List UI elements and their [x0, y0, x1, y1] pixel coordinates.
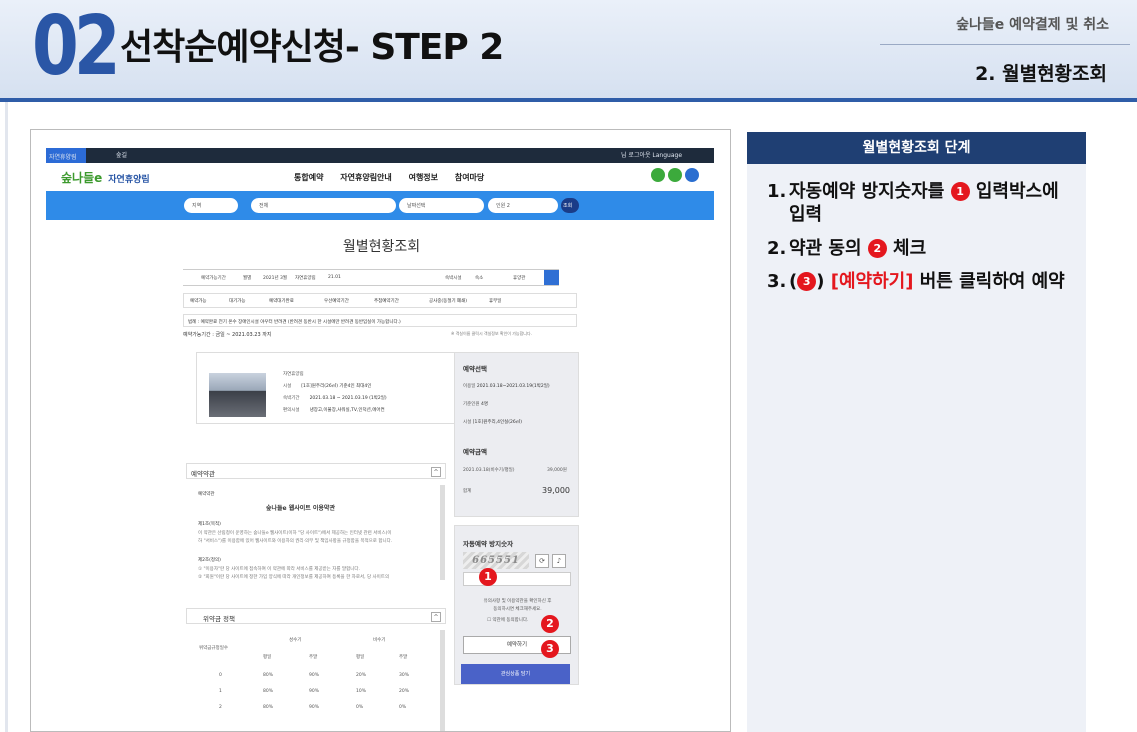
search-bar: 지역 전체 날짜선택 인원 2 조회 [46, 191, 714, 220]
penalty-accordion[interactable]: 위약금 정책 ^ [186, 608, 446, 624]
legend-priority: 우선예약기간 [324, 299, 349, 304]
search-button[interactable]: 조회 [561, 198, 579, 213]
facility-select[interactable]: 숙소 [475, 275, 483, 281]
price-line-label: 2021.03.18(비수기/평일) [463, 468, 515, 473]
steps-panel: 월별현황조회 단계 1. 자동예약 방지숫자를 1 입력박스에 입력 2. 약관… [747, 132, 1086, 732]
total-value: 39,000 [542, 486, 570, 495]
refresh-icon[interactable]: ⟳ [535, 554, 549, 568]
forest-label: 자연휴양림 [295, 276, 316, 281]
add-interest-button[interactable]: 관심상품 담기 [461, 664, 570, 684]
total-label: 합계 [463, 489, 472, 494]
period-option[interactable]: 예약가능기간 [201, 275, 226, 281]
status-legend: 예약가능 대기가능 예약대기완료 우선예약기간 추첨예약기간 공사중(동절기 폐… [183, 293, 577, 308]
penalty-table: 위약금규정일수 성수기 비수기 평일 주말 평일 주말 0 80% 90% 20… [199, 638, 410, 710]
page-header: 02 선착순예약신청- STEP 2 숲나들e 예약결제 및 취소 2. 월별현… [0, 0, 1137, 101]
marker-1: 1 [479, 568, 497, 586]
legend-waitlist-done: 예약대기완료 [269, 299, 294, 304]
forest-value[interactable]: 21.01 [328, 275, 341, 280]
marker-2: 2 [541, 615, 559, 633]
guests-stepper[interactable]: 인원 2 [488, 198, 558, 213]
penalty-scrollbar[interactable] [440, 630, 445, 731]
section-subtitle: 2. 월별현황조회 [975, 63, 1107, 85]
menu-community[interactable]: 참여마당 [455, 173, 484, 182]
facility-photo [209, 373, 266, 417]
info-room: 시설 [1호]원주리(26㎡) 기준4인 최대4인 [283, 384, 372, 389]
chevron-up-icon[interactable]: ^ [431, 612, 441, 622]
speaker-icon[interactable]: ♪ [552, 554, 566, 568]
menu-forest-info[interactable]: 자연휴양림안내 [340, 173, 392, 182]
captcha-image: 665551 [463, 552, 529, 569]
month-select[interactable]: 2021년 3월 [263, 275, 287, 281]
step-3: 3. (3) [예약하기] 버튼 클릭하여 예약 [767, 271, 1065, 292]
section-number: 02 [32, 0, 121, 94]
facility-label: 숙박시설 [445, 276, 462, 281]
chevron-up-icon[interactable]: ^ [431, 467, 441, 477]
forest-select[interactable]: 전체 [251, 198, 396, 213]
left-decoration [5, 102, 8, 732]
filter-search-button[interactable] [544, 270, 559, 285]
info-stay: 숙박기간 2021.03.18 ~ 2021.03.19 (1박2일) [283, 396, 387, 401]
type-select[interactable]: 휴양관 [513, 275, 525, 281]
menu-reservation[interactable]: 통합예약 [294, 173, 323, 182]
page-title: 선착순예약신청- STEP 2 [120, 27, 504, 68]
tab-trail[interactable]: 숲길 [116, 150, 127, 159]
marker-3-icon: 3 [797, 272, 817, 291]
date-select[interactable]: 날짜선택 [399, 198, 484, 213]
step-1: 1. 자동예약 방지숫자를 1 입력박스에 입력 [767, 181, 1059, 226]
global-nav: 자연휴양림 숲길 님 로그아웃 Language [46, 148, 714, 163]
step-2: 2. 약관 동의 2 체크 [767, 238, 927, 259]
facility-info: 자연휴양림 시설 [1호]원주리(26㎡) 기준4인 최대4인 숙박기간 2021.… [196, 352, 461, 424]
terms-scrollbar[interactable] [440, 485, 445, 580]
header-divider [880, 44, 1130, 45]
terms-text: 예약약관 숲나들e 웹사이트 이용약관 제1조(목적) 이 약관은 산림청이 운… [198, 492, 393, 580]
legend-available: 예약가능 [190, 299, 207, 304]
terms-accordion[interactable]: 예약약관 ^ [186, 463, 446, 479]
summary-people: 기준인원 4명 [463, 402, 489, 407]
header-underline [0, 98, 1137, 102]
summary-room: 시설 [1호]원주리,4인실(26㎡) [463, 420, 522, 425]
region-select[interactable]: 지역 [184, 198, 238, 213]
reservation-icon[interactable] [668, 168, 682, 182]
legend-closed: 휴무일 [489, 299, 502, 304]
menu-travel[interactable]: 여행정보 [409, 173, 438, 182]
logo-row: 숲나들e 자연휴양림 통합예약 자연휴양림안내 여행정보 참여마당 [46, 166, 714, 191]
captcha-box: 자동예약 방지숫자 665551 ⟳ ♪ 유의사항 및 이용약관을 확인하신 후… [454, 525, 579, 685]
period-note: ※ 객실이름 클릭시 객실정보 확인이 가능합니다. [451, 331, 532, 336]
marker-3: 3 [541, 640, 559, 658]
price-line-value: 39,000원 [547, 468, 567, 473]
legend-construction: 공사중(동절기 폐쇄) [429, 299, 468, 304]
sitemap-icon[interactable] [685, 168, 699, 182]
filter-row: 예약가능기간 월별 2021년 3월 자연휴양림 21.01 숙박시설 숙소 휴… [183, 269, 559, 286]
search-icon[interactable] [651, 168, 665, 182]
booking-period: 예약가능기간 : 금일 ~ 2021.03.23 까지 [183, 332, 272, 338]
legend-lottery: 추첨예약기간 [374, 299, 399, 304]
info-amenities: 편의시설 냉장고,이불장,샤워실,TV,인덕션,에어컨 [283, 408, 385, 413]
website-screenshot: 자연휴양림 숲길 님 로그아웃 Language 숲나들e 자연휴양림 통합예약 … [30, 129, 731, 732]
reservation-summary: 예약선택 이용일 2021.03.18~2021.03.19(1박2일) 기준인… [454, 352, 579, 517]
info-forest: 자연휴양림 [283, 372, 304, 377]
main-menu: 통합예약 자연휴양림안내 여행정보 참여마당 [294, 172, 498, 183]
section-category: 숲나들e 예약결제 및 취소 [956, 17, 1109, 33]
summary-date: 이용일 2021.03.18~2021.03.19(1박2일) [463, 384, 550, 389]
monthly-option[interactable]: 월별 [243, 275, 251, 281]
site-logo[interactable]: 숲나들e 자연휴양림 [61, 169, 150, 186]
marker-1-icon: 1 [950, 182, 970, 201]
icon-legend: 범례 : 예약완료 전기 온수 장애인시설 야우터 반려견 (반려견 동반시 한… [183, 314, 577, 327]
tab-forest[interactable]: 자연휴양림 [46, 148, 86, 163]
agree-checkbox[interactable]: ☐ 약관에 동의합니다. [487, 617, 528, 623]
marker-2-icon: 2 [867, 239, 887, 258]
user-links[interactable]: 님 로그아웃 Language [621, 150, 682, 159]
steps-title: 월별현황조회 단계 [747, 132, 1086, 164]
content-title: 월별현황조회 [342, 239, 421, 255]
legend-waitlist: 대기가능 [229, 299, 246, 304]
